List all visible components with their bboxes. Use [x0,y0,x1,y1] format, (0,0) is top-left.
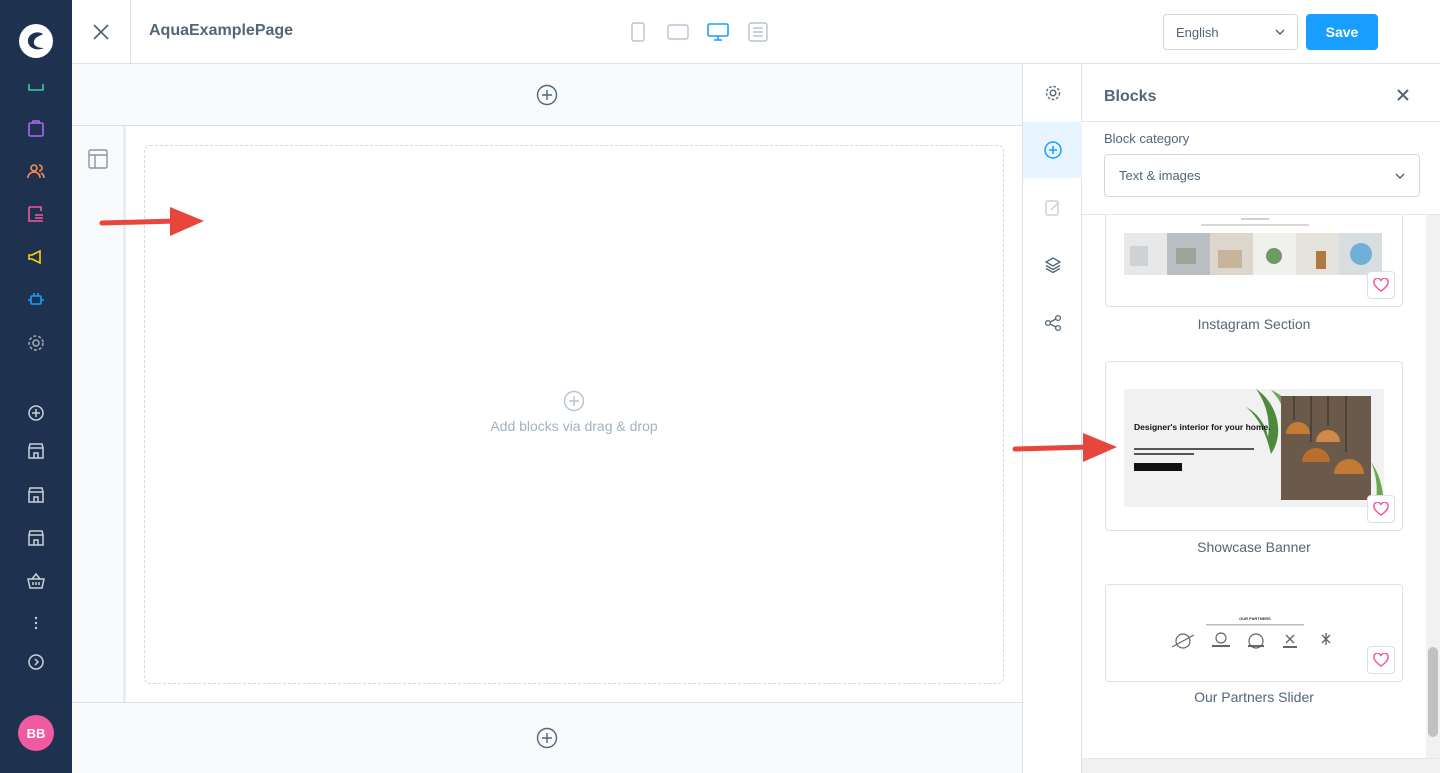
preview-heading: Designer's interior for your home. [1134,422,1271,432]
edit-icon [1044,200,1059,216]
save-button[interactable]: Save [1306,14,1378,50]
scrollbar-thumb[interactable] [1428,647,1438,737]
annotation-arrow-icon [1012,433,1117,462]
plus-circle-icon [536,727,558,749]
collapse-icon[interactable] [24,650,48,674]
user-avatar[interactable]: BB [18,715,54,751]
tab-edit[interactable] [1023,180,1082,236]
page-title: AquaExamplePage [149,22,294,39]
chevron-down-icon [1395,172,1405,179]
annotation-arrow-icon [99,207,204,236]
close-editor-button[interactable] [72,0,131,63]
favorite-button[interactable] [1367,646,1395,674]
more-icon[interactable] [24,611,48,635]
add-section-top[interactable] [72,64,1022,126]
block-name: Instagram Section [1197,316,1311,332]
add-icon[interactable] [24,401,48,425]
favorite-button[interactable] [1367,495,1395,523]
block-preview-partners-slider[interactable]: OUR PARTNERS [1105,584,1403,682]
basket-icon[interactable] [24,569,48,593]
preview-heading: OUR PARTNERS [1239,616,1271,621]
horizontal-scrollbar[interactable] [1082,758,1440,773]
dropzone-text: Add blocks via drag & drop [490,418,658,434]
tab-links[interactable] [1023,295,1082,351]
block-dropzone[interactable]: Add blocks via drag & drop [144,145,1004,684]
block-category-label: Block category [1104,131,1190,146]
settings-icon[interactable] [24,331,48,355]
dashboard-icon[interactable] [24,76,48,100]
gear-icon [1045,85,1060,101]
blocks-scrollbar[interactable] [1426,215,1440,758]
partners-slider-preview-image: OUR PARTNERS [1106,585,1402,681]
instagram-preview-image [1106,215,1402,306]
close-panel-button[interactable] [1396,88,1410,107]
layout-canvas: Add blocks via drag & drop [72,64,1022,773]
block-name: Showcase Banner [1197,539,1311,555]
blocks-panel: Blocks Block category Text & images Inst… [1082,64,1440,773]
tab-blocks[interactable] [1023,122,1082,178]
favorite-button[interactable] [1367,271,1395,299]
plus-circle-icon [536,84,558,105]
add-section-bottom[interactable] [72,702,1022,773]
heart-icon [1373,278,1389,292]
language-select[interactable]: English [1163,14,1298,50]
panel-title: Blocks [1104,88,1157,105]
heart-icon [1373,653,1389,667]
block-preview-showcase-banner[interactable]: Designer's interior for your home. [1105,361,1403,531]
viewport-switcher [625,20,771,44]
section-main: Add blocks via drag & drop [126,126,1022,702]
share-icon [1044,314,1061,332]
plus-circle-icon [1043,141,1062,159]
catalog-icon[interactable] [24,116,48,140]
sales-channel-icon[interactable] [24,483,48,507]
sidebar-tab-bar [1022,64,1082,773]
block-name: Our Partners Slider [1194,689,1314,705]
sales-channel-icon[interactable] [24,526,48,550]
layers-icon [1044,257,1061,274]
language-value: English [1176,24,1219,40]
shopware-logo-icon[interactable] [17,22,55,60]
block-category-select[interactable]: Text & images [1104,154,1420,197]
form-viewport-icon[interactable] [745,20,771,44]
mobile-viewport-icon[interactable] [625,20,651,44]
customers-icon[interactable] [24,159,48,183]
orders-icon[interactable] [24,202,48,226]
block-category-value: Text & images [1119,168,1201,183]
marketing-icon[interactable] [24,245,48,269]
section-layout-icon[interactable] [88,149,108,174]
extensions-icon[interactable] [24,288,48,312]
showcase-banner-preview-image: Designer's interior for your home. [1106,362,1402,530]
app-sidebar: BB [0,0,72,773]
block-list: Instagram Section Designer's interior fo… [1082,215,1425,758]
chevron-down-icon [1275,29,1285,35]
block-preview-instagram[interactable] [1105,215,1403,307]
panel-header: Blocks [1082,64,1440,122]
close-icon [1397,89,1409,101]
editor-topbar: AquaExamplePage English Save [72,0,1440,64]
tablet-viewport-icon[interactable] [665,20,691,44]
sales-channel-icon[interactable] [24,439,48,463]
tab-layers[interactable] [1023,237,1082,293]
tab-settings[interactable] [1023,65,1082,121]
heart-icon [1373,502,1389,516]
desktop-viewport-icon[interactable] [705,20,731,44]
close-icon [93,23,109,40]
plus-circle-icon [563,390,585,412]
